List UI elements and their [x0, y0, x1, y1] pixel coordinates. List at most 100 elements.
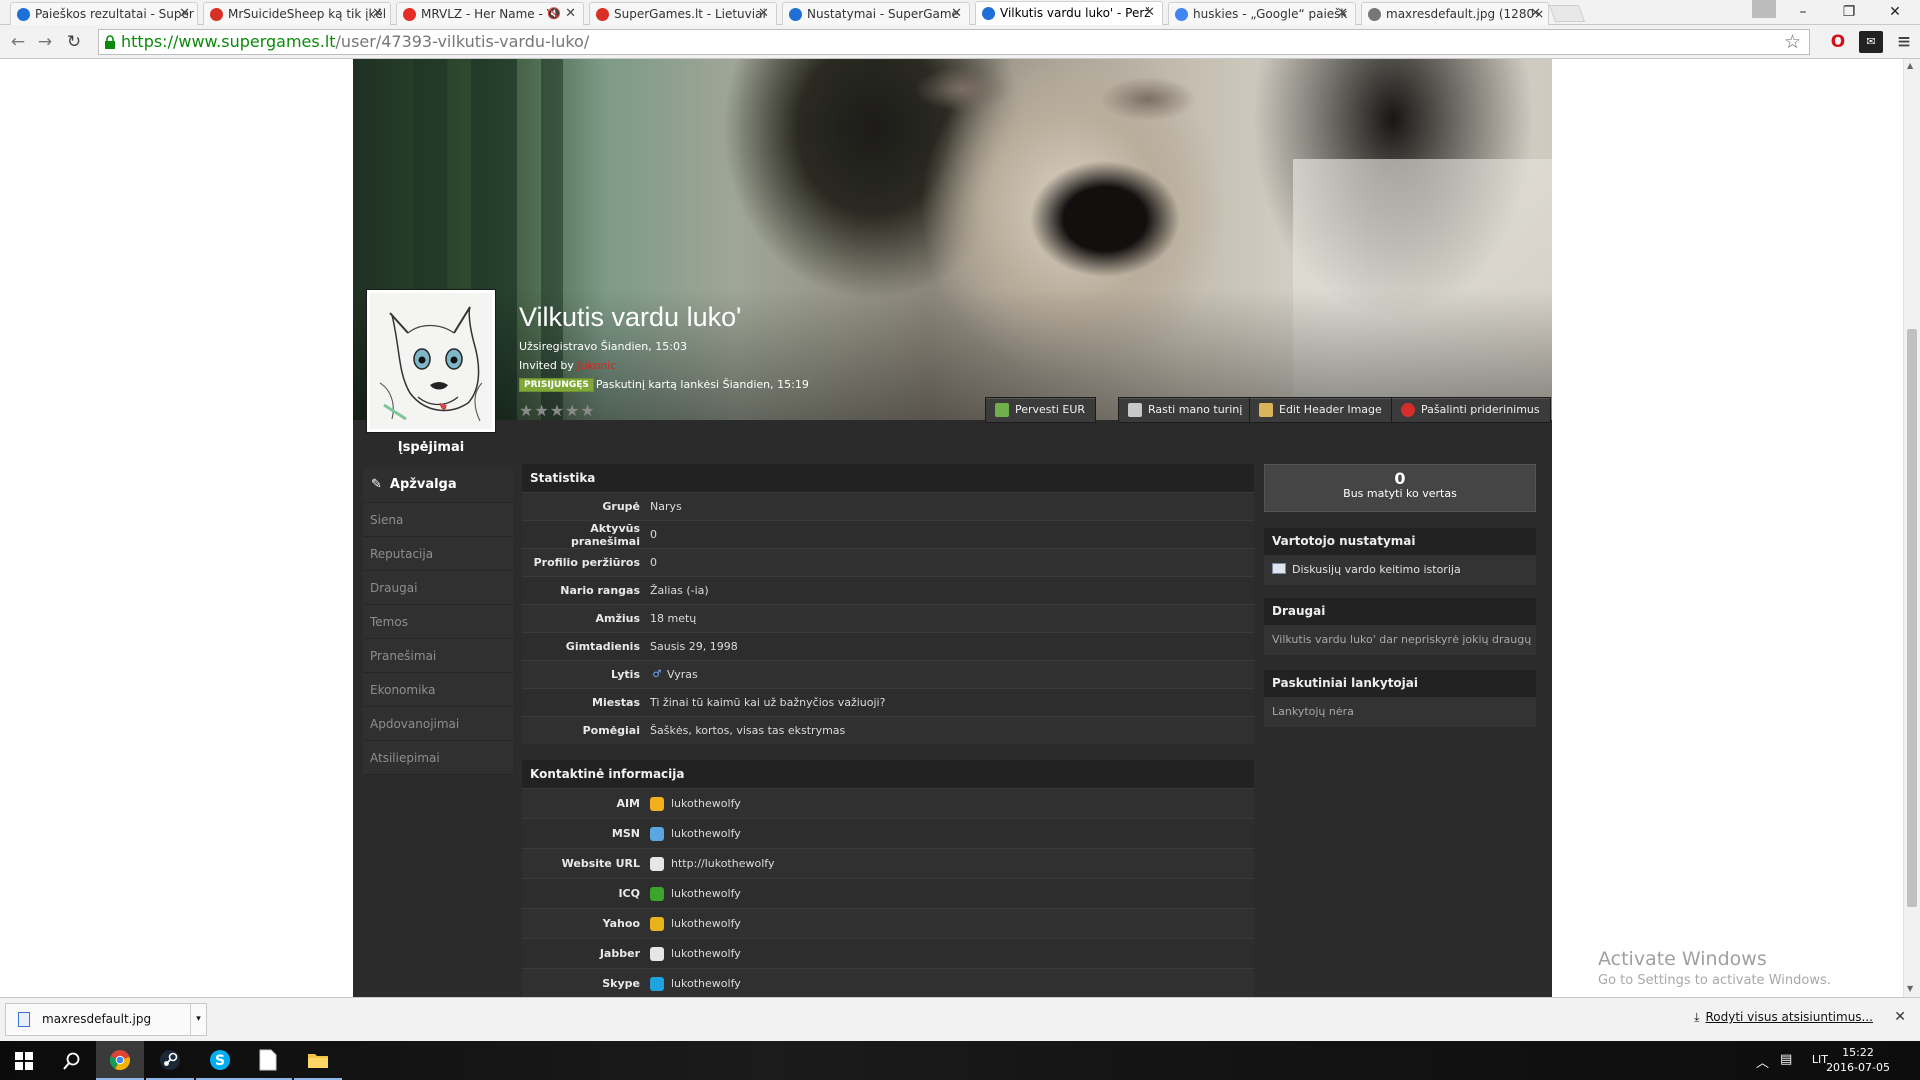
download-item[interactable]: maxresdefault.jpg ▾	[5, 1003, 207, 1036]
menu-item[interactable]: Pranešimai	[363, 639, 513, 673]
close-tab-icon[interactable]: ✕	[951, 3, 962, 25]
reload-button[interactable]: ↻	[64, 32, 84, 52]
invited-by: Invited by Jukonic	[519, 359, 616, 372]
chrome-menu-icon[interactable]: ≡	[1892, 31, 1916, 53]
menu-item[interactable]: Ekonomika	[363, 673, 513, 707]
star-icon[interactable]: ★	[580, 401, 595, 420]
show-all-downloads-label: Rodyti visus atsisiuntimus...	[1705, 1010, 1873, 1024]
rating-stars[interactable]: ★★★★★	[519, 401, 596, 420]
menu-item[interactable]: Atsiliepimai	[363, 741, 513, 775]
menu-item[interactable]: Siena	[363, 503, 513, 537]
menu-item[interactable]: Temos	[363, 605, 513, 639]
start-button[interactable]	[0, 1041, 48, 1080]
forward-button[interactable]: →	[35, 32, 55, 52]
stat-row: Gimtadienis Sausis 29, 1998	[522, 632, 1254, 660]
browser-tab[interactable]: MrSuicideSheep ką tik įkėl ✕	[203, 2, 391, 25]
url-path: /user/47393-vilkutis-vardu-luko/	[335, 32, 590, 51]
stat-label: Pomėgiai	[582, 724, 640, 737]
new-tab-button[interactable]	[1548, 5, 1586, 22]
close-tab-icon[interactable]: ✕	[758, 3, 769, 25]
close-window-button[interactable]: ✕	[1875, 0, 1915, 24]
contact-value[interactable]: lukothewolfy	[650, 826, 741, 841]
menu-item[interactable]: Apdovanojimai	[363, 707, 513, 741]
stat-row: Lytis ♂ Vyras	[522, 660, 1254, 688]
contact-label: Skype	[602, 977, 640, 990]
contact-label: ICQ	[618, 887, 640, 900]
stat-value-text: Ti žinai tū kaimū kai už bažnyčios važiu…	[650, 696, 886, 709]
menu-item[interactable]: ✎ Apžvalga	[363, 467, 513, 503]
user-settings-title: Vartotojo nustatymai	[1264, 528, 1536, 555]
remove-customizations-button[interactable]: Pašalinti priderinimus	[1391, 397, 1551, 423]
profile-container: Įspėjimai Vilkutis vardu luko' Užsiregis…	[353, 59, 1552, 997]
show-all-downloads-link[interactable]: ⤓ Rodyti visus atsisiuntimus...	[1694, 1010, 1873, 1025]
contact-value-text: lukothewolfy	[671, 887, 741, 900]
muted-speaker-icon[interactable]: 🔇	[547, 3, 561, 25]
opera-extension-icon[interactable]: O	[1826, 31, 1850, 53]
close-tab-icon[interactable]: ✕	[372, 3, 383, 25]
stat-row: Profilio peržiūros 0	[522, 548, 1254, 576]
stat-value-text: 0	[650, 556, 657, 569]
scroll-down-arrow-icon[interactable]: ▼	[1907, 984, 1913, 993]
action-center-icon[interactable]: ▤	[1780, 1052, 1792, 1067]
search-button[interactable]	[48, 1041, 96, 1080]
find-content-button[interactable]: Rasti mano turinį	[1118, 397, 1254, 423]
tray-overflow-icon[interactable]: ︿	[1756, 1052, 1769, 1071]
scroll-up-arrow-icon[interactable]: ▲	[1907, 61, 1913, 70]
mail-extension-icon[interactable]: ✉	[1859, 31, 1883, 53]
browser-tab[interactable]: SuperGames.lt - Lietuviai ✕	[589, 2, 777, 25]
close-tab-icon[interactable]: ✕	[1144, 2, 1155, 24]
star-icon[interactable]: ★	[534, 401, 549, 420]
transfer-eur-button[interactable]: Pervesti EUR	[985, 397, 1097, 423]
clock[interactable]: 15:22 2016-07-05	[1826, 1045, 1890, 1075]
edit-header-image-button[interactable]: Edit Header Image	[1249, 397, 1393, 423]
supergames-icon	[982, 7, 995, 20]
avatar[interactable]	[366, 289, 496, 433]
scrollbar-thumb[interactable]	[1907, 329, 1917, 907]
browser-tab[interactable]: MRVLZ - Her Name - Y 🔇 ✕	[396, 2, 584, 25]
browser-tab[interactable]: huskies - „Google“ paiešk ✕	[1168, 2, 1356, 25]
page-scrollbar[interactable]: ▲ ▼	[1903, 59, 1920, 997]
contact-value[interactable]: lukothewolfy	[650, 976, 741, 991]
star-icon[interactable]: ★	[565, 401, 580, 420]
warnings-label[interactable]: Įspėjimai	[367, 440, 495, 455]
user-profile-icon[interactable]	[1752, 0, 1776, 18]
address-bar[interactable]: https://www.supergames.lt/user/47393-vil…	[98, 29, 1810, 55]
close-tab-icon[interactable]: ✕	[565, 3, 576, 25]
browser-tab[interactable]: Paieškos rezultatai - Super ✕	[10, 2, 198, 25]
contact-value[interactable]: http://lukothewolfy	[650, 856, 774, 871]
browser-tab[interactable]: maxresdefault.jpg (1280× ✕	[1361, 2, 1549, 25]
bookmark-star-icon[interactable]: ☆	[1784, 30, 1801, 54]
download-menu-caret-icon[interactable]: ▾	[190, 1004, 206, 1035]
folder-icon	[308, 1053, 328, 1068]
close-download-shelf-icon[interactable]: ✕	[1894, 1009, 1906, 1025]
contact-value[interactable]: lukothewolfy	[650, 946, 741, 961]
contact-value-text: lukothewolfy	[671, 827, 741, 840]
contact-value[interactable]: lukothewolfy	[650, 796, 741, 811]
taskbar-notepad[interactable]	[244, 1041, 292, 1080]
menu-item-label: Siena	[370, 513, 404, 527]
close-tab-icon[interactable]: ✕	[1530, 3, 1541, 25]
menu-item[interactable]: Reputacija	[363, 537, 513, 571]
maximize-button[interactable]: ❐	[1829, 0, 1869, 24]
contact-value[interactable]: lukothewolfy	[650, 916, 741, 931]
taskbar-file-explorer[interactable]	[294, 1041, 342, 1080]
close-tab-icon[interactable]: ✕	[1337, 3, 1348, 25]
taskbar-steam[interactable]	[146, 1041, 194, 1080]
browser-tab[interactable]: Vilkutis vardu luko' - Perž ✕	[975, 1, 1163, 26]
taskbar-chrome[interactable]	[96, 1041, 144, 1080]
inviter-link[interactable]: Jukonic	[577, 359, 616, 372]
star-icon[interactable]: ★	[550, 401, 565, 420]
tab-title: SuperGames.lt - Lietuviai	[614, 7, 766, 21]
back-button[interactable]: ←	[8, 32, 28, 52]
browser-tab[interactable]: Nustatymai - SuperGame ✕	[782, 2, 970, 25]
star-icon[interactable]: ★	[519, 401, 534, 420]
windows-logo-icon	[15, 1051, 33, 1070]
minimize-button[interactable]: –	[1783, 0, 1823, 24]
menu-item[interactable]: Draugai	[363, 571, 513, 605]
stat-value: Sausis 29, 1998	[650, 640, 738, 653]
name-history-link[interactable]: Diskusijų vardo keitimo istorija	[1264, 555, 1536, 585]
close-tab-icon[interactable]: ✕	[179, 3, 190, 25]
taskbar-skype[interactable]: S	[196, 1041, 244, 1080]
tab-title: Paieškos rezultatai - Super	[35, 7, 194, 21]
contact-value[interactable]: lukothewolfy	[650, 886, 741, 901]
